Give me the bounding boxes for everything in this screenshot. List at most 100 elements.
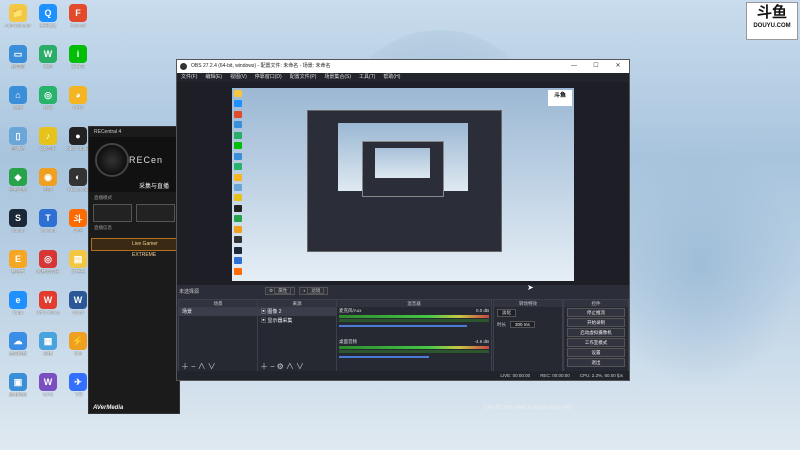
start-recording-button[interactable]: 开始录制 — [567, 318, 625, 327]
stop-stream-button[interactable]: 停止推流 — [567, 308, 625, 317]
avermedia-logo: AVerMedia — [93, 405, 124, 411]
source-name: 显示器采集 — [267, 318, 293, 324]
mixer-channel: 麦克风/Aux 0.0 dB — [337, 307, 491, 328]
properties-button[interactable]: ⚙ 属性 — [265, 287, 296, 295]
mouse-cursor-icon: ➤ — [527, 283, 534, 292]
obs-preview[interactable]: 斗鱼 — [177, 82, 629, 285]
mini-desktop-icon — [234, 267, 242, 275]
settings-button[interactable]: 设置 — [567, 348, 625, 357]
virtual-camera-button[interactable]: 启动虚拟摄像机 — [567, 328, 625, 337]
app-icon: W — [69, 291, 87, 309]
mode-single-button[interactable] — [93, 204, 132, 222]
mini-desktop-icon — [234, 121, 242, 129]
app-icon: ▤ — [69, 250, 87, 268]
menu-item[interactable]: 停靠窗口(D) — [255, 73, 282, 82]
obs-status-bar: LIVE: 00:00:00 REC: 00:00:00 CPU: 2.3%, … — [177, 371, 629, 380]
menu-item[interactable]: 编辑(E) — [205, 73, 222, 82]
maximize-icon[interactable]: ☐ — [585, 60, 607, 73]
app-icon: E — [9, 250, 27, 268]
source-item[interactable]: ▣ 图像 2 — [258, 307, 336, 316]
filters-button[interactable]: ◐ 滤镜 — [299, 287, 329, 295]
desktop-icon[interactable]: F Foxmail — [58, 4, 98, 28]
desktop-icon[interactable]: ◕ WPS — [58, 86, 98, 110]
channel-db: 0.0 dB — [475, 308, 489, 313]
scenes-dock: 场景 场景 ＋−∧∨ — [178, 299, 258, 375]
obs-window[interactable]: OBS 27.2.4 (64-bit, windows) - 配置文件: 未命名… — [176, 59, 630, 381]
menu-item[interactable]: 工具(T) — [359, 73, 375, 82]
app-icon: ◉ — [39, 168, 57, 186]
obs-docks: 未选择源 ⚙ 属性 ◐ 滤镜 场景 场景 ＋−∧∨ 来源 ▣ 图像 2 ▣ 显示… — [177, 285, 629, 380]
menu-item[interactable]: 文件(F) — [181, 73, 197, 82]
duration-input[interactable]: 300 ms — [510, 321, 535, 328]
app-icon: ♪ — [39, 127, 57, 145]
channel-name: 桌面音频 — [339, 339, 357, 344]
app-icon: ⌂ — [9, 86, 27, 104]
obs-titlebar[interactable]: OBS 27.2.4 (64-bit, windows) - 配置文件: 未命名… — [177, 60, 629, 73]
nested-obs-preview — [307, 110, 502, 252]
app-icon: ▯ — [9, 127, 27, 145]
menu-bar: 文件(F) 编辑(E) 视图(V) 停靠窗口(D) 配置文件(P) 场景集合(S) 工具(T… — [177, 73, 629, 82]
window-controls: — ☐ ✕ — [563, 60, 629, 73]
app-icon: 斗 — [69, 209, 87, 227]
volume-meter — [339, 319, 489, 322]
app-icon: S — [9, 209, 27, 227]
channel-db: -4.6 dB — [474, 339, 489, 344]
mixer-channel: 桌面音频 -4.6 dB — [337, 338, 491, 359]
sources-dock: 来源 ▣ 图像 2 ▣ 显示器采集 ＋−⚙∧∨ — [257, 299, 337, 375]
live-status: LIVE: 00:00:00 — [500, 373, 531, 378]
exit-button[interactable]: 退出 — [567, 358, 625, 367]
menu-item[interactable]: 帮助(H) — [383, 73, 400, 82]
mini-desktop-icon — [234, 257, 242, 265]
preview-canvas: 斗鱼 — [232, 88, 574, 281]
cpu-status: CPU: 2.3%, 60.00 fps — [579, 373, 623, 378]
recentral-window[interactable]: RECentral 4 RECen 采集与直播 直播模式 直播信息 Live G… — [88, 126, 180, 414]
mini-desktop-icon — [234, 100, 242, 108]
volume-slider[interactable] — [339, 356, 429, 358]
sources-title: 来源 — [258, 300, 336, 307]
volume-slider[interactable] — [339, 325, 467, 327]
close-icon[interactable]: ✕ — [607, 60, 629, 73]
mixer-title: 混音器 — [337, 300, 491, 307]
source-item[interactable]: ▣ 显示器采集 — [258, 316, 336, 325]
no-source-label: 未选择源 — [179, 289, 200, 295]
app-icon: ▦ — [39, 332, 57, 350]
transitions-title: 转场特效 — [494, 300, 562, 307]
recentral-mode-label[interactable]: 采集与直播 — [139, 181, 169, 190]
channel-name: 麦克风/Aux — [339, 308, 362, 313]
app-icon: ⚡ — [69, 332, 87, 350]
mode-dual-button[interactable] — [136, 204, 175, 222]
source-toolbar: ⚙ 属性 ◐ 滤镜 — [265, 287, 329, 295]
app-icon: ▭ — [9, 45, 27, 63]
volume-meter — [339, 315, 489, 318]
obs-icon — [180, 63, 187, 70]
douyu-watermark: 斗鱼 DOUYU.COM — [746, 2, 798, 40]
scene-item[interactable]: 场景 — [179, 307, 257, 316]
mini-desktop-icon — [234, 204, 242, 212]
app-icon: W — [39, 291, 57, 309]
mini-desktop-icon — [234, 163, 242, 171]
properties-label: 属性 — [274, 287, 292, 294]
douyu-domain: DOUYU.COM — [753, 23, 791, 29]
desktop-icon-label: 爱奇艺 — [71, 64, 85, 69]
menu-item[interactable]: 场景集合(S) — [324, 73, 351, 82]
canvas-desktop-icons — [234, 90, 246, 275]
desktop-icon[interactable]: i 爱奇艺 — [58, 45, 98, 70]
duration-label: 时长 — [497, 321, 506, 327]
nested-canvas-inner — [375, 148, 430, 178]
studio-mode-button[interactable]: 工作室模式 — [567, 338, 625, 347]
filters-label: 滤镜 — [307, 287, 325, 294]
app-icon: ◎ — [39, 86, 57, 104]
record-dial-icon[interactable] — [95, 143, 129, 177]
mini-desktop-icon — [234, 152, 242, 160]
controls-dock: 控件 停止推流 开始录制 启动虚拟摄像机 工作室模式 设置 退出 — [563, 299, 629, 375]
mini-desktop-icon — [234, 173, 242, 181]
device-item[interactable]: Live Gamer EXTREME — [91, 238, 177, 258]
minimize-icon[interactable]: — — [563, 60, 585, 73]
desktop-icon-label: Foxmail — [70, 23, 86, 28]
menu-item[interactable]: 视图(V) — [230, 73, 247, 82]
transitions-dock: 转场特效 淡化 时长 300 ms — [493, 299, 563, 375]
transition-select[interactable]: 淡化 — [497, 309, 516, 317]
mini-desktop-icon — [234, 236, 242, 244]
menu-item[interactable]: 配置文件(P) — [290, 73, 317, 82]
recentral-title: RECentral 4 — [94, 129, 122, 135]
